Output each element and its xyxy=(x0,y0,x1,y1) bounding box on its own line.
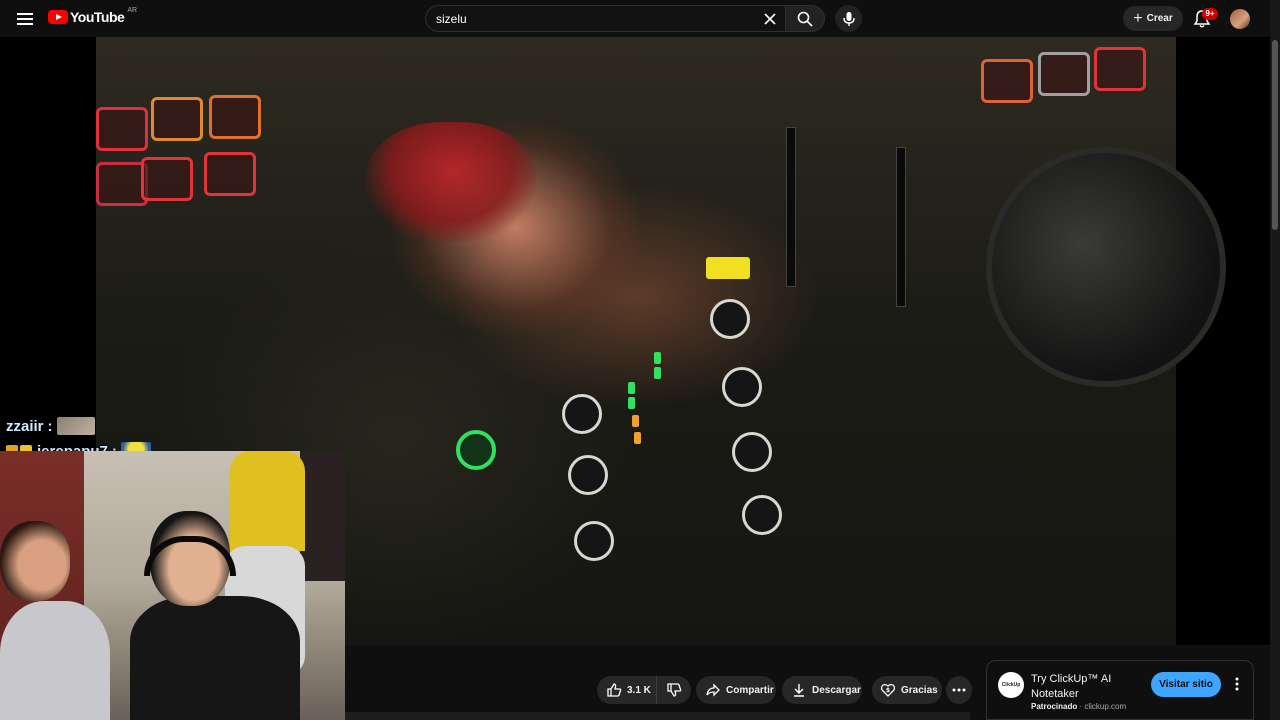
dj-pad xyxy=(209,95,261,139)
video-actions: 3.1 K Compartir Descargar $ Gracias xyxy=(0,676,980,706)
ad-meta: Patrocinado · clickup.com xyxy=(1031,702,1126,711)
ad-logo-text: ClickUp xyxy=(1001,682,1021,688)
search-input[interactable] xyxy=(436,10,756,28)
dj-pad xyxy=(151,97,203,141)
ad-title[interactable]: Try ClickUp™ AI Notetaker xyxy=(1031,672,1141,702)
mixer-knob xyxy=(742,495,782,535)
more-vertical-icon xyxy=(1235,677,1239,691)
vu-led xyxy=(632,415,639,427)
create-label: Crear xyxy=(1146,13,1173,24)
dj-pad xyxy=(96,107,148,151)
notifications-badge: 9+ xyxy=(1202,8,1218,20)
chat-emote xyxy=(56,417,95,435)
page-divider xyxy=(345,712,970,720)
chat-message: zzaiir : xyxy=(6,416,95,436)
mixer-knob xyxy=(568,455,608,495)
thanks-icon: $ xyxy=(880,683,896,697)
create-button[interactable]: + Crear xyxy=(1123,6,1183,31)
mixer-knob xyxy=(562,394,602,434)
account-avatar[interactable] xyxy=(1230,9,1250,29)
vu-led xyxy=(654,352,661,364)
ad-domain: clickup.com xyxy=(1084,702,1127,711)
hand-tattoo xyxy=(366,122,536,242)
scrollbar-thumb[interactable] xyxy=(1272,40,1278,230)
youtube-logo[interactable]: YouTube AR xyxy=(48,6,138,25)
masthead: YouTube AR + Crear 9+ xyxy=(0,0,1280,37)
search-icon xyxy=(797,11,813,27)
dj-pad xyxy=(1038,52,1090,96)
mixer-knob xyxy=(710,299,750,339)
menu-icon xyxy=(17,13,33,25)
mixer-button xyxy=(706,257,750,279)
share-button[interactable]: Compartir xyxy=(696,676,776,704)
mic-icon xyxy=(842,11,855,26)
chat-separator: : xyxy=(47,417,53,435)
search-box[interactable] xyxy=(425,5,785,32)
mixer-knob xyxy=(722,367,762,407)
like-dislike-group: 3.1 K xyxy=(597,676,691,704)
more-icon xyxy=(952,688,966,692)
voice-search-button[interactable] xyxy=(835,5,862,32)
close-icon xyxy=(764,13,776,25)
vu-led xyxy=(628,397,635,409)
dislike-icon xyxy=(667,683,682,697)
vu-led xyxy=(628,382,635,394)
download-button[interactable]: Descargar xyxy=(782,676,862,704)
like-icon xyxy=(607,683,622,697)
visit-site-button[interactable]: Visitar sitio xyxy=(1151,672,1221,697)
sponsored-ad-card[interactable]: ClickUp Try ClickUp™ AI Notetaker Patroc… xyxy=(986,660,1254,720)
dj-pad xyxy=(1094,47,1146,91)
like-button[interactable]: 3.1 K xyxy=(597,676,657,704)
webcam-person-head xyxy=(0,521,70,601)
vu-led xyxy=(634,432,641,444)
mixer-knob xyxy=(732,432,772,472)
channel-fader xyxy=(786,127,796,287)
guide-menu-button[interactable] xyxy=(12,6,38,32)
more-actions-button[interactable] xyxy=(946,676,972,704)
like-count: 3.1 K xyxy=(627,684,651,696)
ad-menu-button[interactable] xyxy=(1229,674,1245,694)
logo-text: YouTube xyxy=(70,9,125,25)
clear-search-button[interactable] xyxy=(761,10,779,28)
thanks-label: Gracias xyxy=(901,684,938,696)
svg-text:$: $ xyxy=(886,687,890,694)
clickup-logo[interactable]: ClickUp xyxy=(998,672,1024,698)
download-icon xyxy=(794,684,804,697)
thanks-button[interactable]: $ Gracias xyxy=(872,676,942,704)
download-label: Descargar xyxy=(812,684,861,696)
region-code: AR xyxy=(127,6,138,14)
share-icon xyxy=(706,683,720,697)
share-label: Compartir xyxy=(726,684,774,696)
plus-icon: + xyxy=(1133,9,1143,27)
chat-username: zzaiir xyxy=(6,417,44,435)
channel-fader xyxy=(896,147,906,307)
search-button[interactable] xyxy=(785,5,825,32)
dj-pad xyxy=(981,59,1033,103)
dj-pad xyxy=(204,152,256,196)
sponsored-label: Patrocinado xyxy=(1031,702,1078,711)
jog-wheel xyxy=(986,147,1226,387)
dislike-button[interactable] xyxy=(657,676,691,704)
dj-pad xyxy=(141,157,193,201)
vu-led xyxy=(654,367,661,379)
play-button-glow xyxy=(456,430,496,470)
mixer-knob xyxy=(574,521,614,561)
youtube-logo-icon xyxy=(48,10,68,24)
